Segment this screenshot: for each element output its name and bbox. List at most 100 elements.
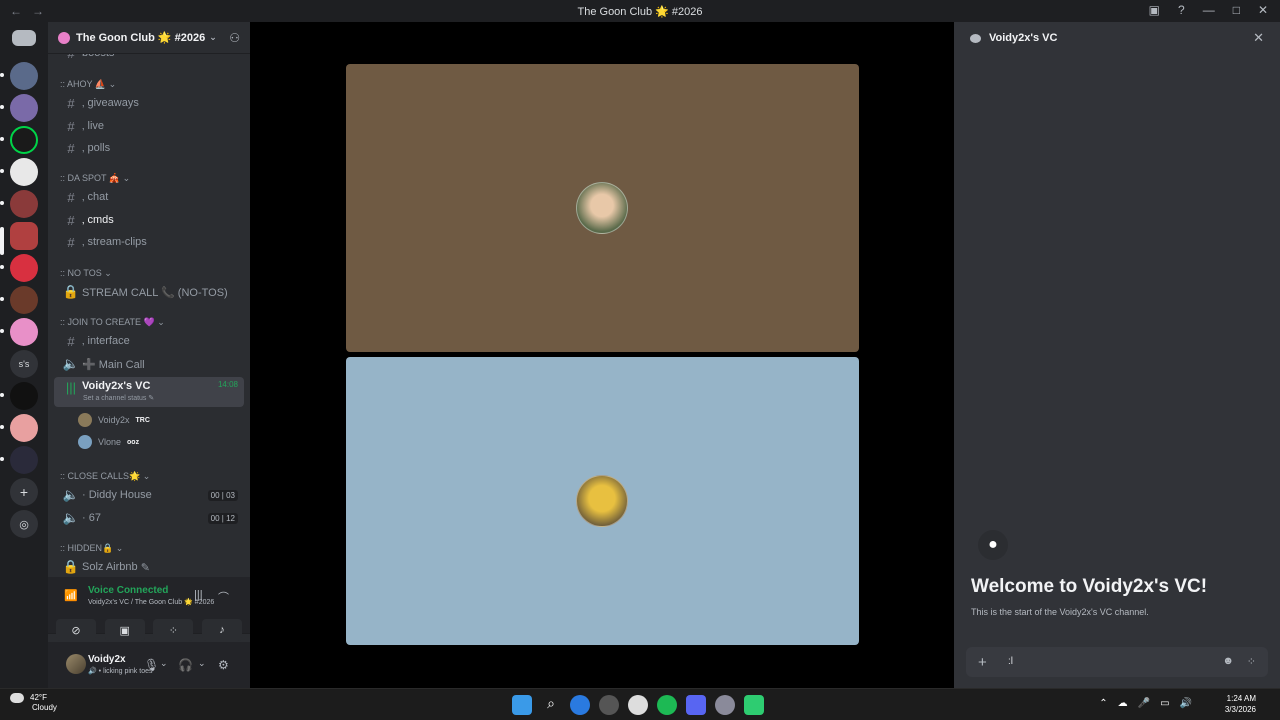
- volume-icon[interactable]: 🔊: [1180, 698, 1192, 709]
- close-button[interactable]: ✕: [1258, 3, 1268, 17]
- category-ahoy[interactable]: :: AHOY ⛵ ⌄: [60, 79, 116, 90]
- channel-label: interface: [87, 335, 130, 347]
- server-icon[interactable]: [10, 318, 38, 346]
- channel-status-label: Set a channel status: [83, 395, 147, 402]
- settings-icon[interactable]: [715, 695, 735, 715]
- discord-icon[interactable]: [686, 695, 706, 715]
- minimize-button[interactable]: —: [1203, 3, 1215, 17]
- channel-live[interactable]: # ‚ live: [54, 116, 244, 136]
- unread-pip: [0, 297, 4, 301]
- channel-main-call[interactable]: 🔈 ➕ Main Call: [54, 354, 244, 374]
- channel-stream-call[interactable]: 🔒 STREAM CALL 📞 (NO-TOS): [54, 282, 244, 302]
- obs-icon[interactable]: [628, 695, 648, 715]
- attach-plus-icon[interactable]: +: [978, 654, 987, 671]
- server-icon[interactable]: [10, 190, 38, 218]
- close-icon[interactable]: ✕: [1253, 30, 1264, 46]
- server-icon[interactable]: [10, 62, 38, 90]
- weather-widget[interactable]: 42°F Cloudy: [10, 693, 57, 712]
- server-icon[interactable]: [10, 126, 38, 154]
- maximize-button[interactable]: □: [1233, 3, 1240, 17]
- server-icon[interactable]: [10, 382, 38, 410]
- guild-icon: [58, 31, 70, 44]
- add-server-icon[interactable]: +: [10, 478, 38, 506]
- guild-header[interactable]: The Goon Club 🌟 #2026 ⌄ ⚇: [48, 22, 250, 54]
- channel-label: boosts: [82, 54, 114, 59]
- clock[interactable]: 1:24 AM 3/3/2026: [1225, 693, 1256, 715]
- signal-icon[interactable]: 📶: [64, 589, 78, 602]
- category-da-spot[interactable]: :: DA SPOT 🎪 ⌄: [60, 173, 130, 184]
- unread-pip: [0, 265, 4, 269]
- user-tag: TRC: [135, 416, 150, 424]
- edge-icon[interactable]: [570, 695, 590, 715]
- server-icon[interactable]: [10, 254, 38, 282]
- invite-icon[interactable]: ⚇: [229, 31, 240, 45]
- chevron-down-icon[interactable]: ⌄: [198, 658, 206, 669]
- channel-solz-airbnb[interactable]: 🔒 Solz Airbnb ✎: [54, 557, 244, 577]
- chevron-down-icon: ⌄: [209, 32, 217, 42]
- server-icon[interactable]: [10, 158, 38, 186]
- avatar[interactable]: [66, 654, 86, 674]
- voice-chat-panel: Voidy2x's VC ✕ ● Welcome to Voidy2x's VC…: [954, 22, 1280, 688]
- server-icon[interactable]: [10, 94, 38, 122]
- emoji-icon[interactable]: ☻: [1222, 655, 1234, 667]
- voice-user[interactable]: Voidy2x TRC: [78, 411, 150, 429]
- participant-tile[interactable]: [346, 64, 859, 352]
- channel-chat[interactable]: # ‚ chat: [54, 187, 244, 207]
- microphone-icon[interactable]: 🎙: [144, 658, 159, 672]
- server-icon[interactable]: [10, 446, 38, 474]
- channel-voidy-vc[interactable]: ||| Voidy2x's VC 14:08 Set a channel sta…: [54, 377, 244, 407]
- network-icon[interactable]: ☁: [1118, 698, 1128, 709]
- app-icon[interactable]: [599, 695, 619, 715]
- taskbar-apps: ⌕: [512, 695, 764, 715]
- help-icon[interactable]: ?: [1178, 3, 1185, 17]
- channel-giveaways[interactable]: # ‚ giveaways: [54, 93, 244, 113]
- channel-label: cmds: [87, 214, 114, 226]
- display-icon[interactable]: ▭: [1160, 698, 1169, 709]
- spotify-icon[interactable]: [657, 695, 677, 715]
- channel-stream-clips[interactable]: # ‚ stream-clips: [54, 232, 244, 252]
- system-tray: ⌃ ☁ 🎤 ▭ 🔊: [1099, 698, 1192, 709]
- message-input[interactable]: :l: [1008, 656, 1013, 667]
- search-icon[interactable]: ⌕: [541, 695, 561, 715]
- app-icon[interactable]: [744, 695, 764, 715]
- activities-button[interactable]: ⁘: [153, 619, 194, 641]
- headphones-icon[interactable]: 🎧: [178, 658, 193, 672]
- category-close-calls[interactable]: :: CLOSE CALLS🌟 ⌄: [60, 471, 150, 482]
- channel-polls[interactable]: # ‚ polls: [54, 138, 244, 158]
- category-join-to-create[interactable]: :: JOIN TO CREATE 💜 ⌄: [60, 317, 165, 328]
- channel-label: Voidy2x's VC: [82, 380, 151, 392]
- channel-label: live: [87, 120, 105, 132]
- channel-diddy-house[interactable]: 🔈 · Diddy House 00 | 03: [54, 485, 244, 505]
- category-label: JOIN TO CREATE 💜: [67, 317, 155, 327]
- channel-interface[interactable]: # ‚ interface: [54, 331, 244, 351]
- channel-cmds[interactable]: # ‚ cmds: [54, 210, 244, 230]
- channel-status-link[interactable]: Set a channel status ✎: [83, 394, 154, 402]
- gear-icon[interactable]: ⚙: [218, 658, 229, 672]
- disconnect-icon[interactable]: ⌒: [218, 589, 229, 605]
- message-composer[interactable]: + :l ☻ ⁘: [966, 647, 1268, 677]
- screen-share-button[interactable]: ▣: [104, 619, 145, 641]
- channel-label: Diddy House: [88, 489, 152, 501]
- microphone-icon[interactable]: 🎤: [1138, 698, 1150, 709]
- category-no-tos[interactable]: :: NO TOS ⌄: [60, 268, 112, 279]
- noise-suppression-icon[interactable]: |||: [194, 589, 203, 601]
- server-icon-selected[interactable]: [10, 222, 38, 250]
- start-icon[interactable]: [512, 695, 532, 715]
- channel-boosts[interactable]: #boosts: [54, 54, 244, 63]
- inbox-icon[interactable]: ▣: [1149, 3, 1160, 17]
- camera-off-button[interactable]: ⊘: [56, 619, 96, 641]
- server-icon-text[interactable]: s's: [10, 350, 38, 378]
- voice-user[interactable]: Vlone ooz: [78, 433, 139, 451]
- explore-icon[interactable]: ◎: [10, 510, 38, 538]
- discord-home-icon[interactable]: [12, 30, 36, 46]
- category-hidden[interactable]: :: HIDDEN🔒 ⌄: [60, 543, 123, 554]
- server-icon[interactable]: [10, 286, 38, 314]
- server-icon[interactable]: [10, 414, 38, 442]
- apps-icon[interactable]: ⁘: [1247, 655, 1256, 668]
- chevron-down-icon[interactable]: ⌄: [160, 658, 168, 669]
- soundboard-button[interactable]: ♪: [201, 619, 242, 641]
- chevron-up-icon[interactable]: ⌃: [1099, 698, 1107, 709]
- hash-icon: #: [67, 333, 75, 349]
- participant-tile[interactable]: [346, 357, 859, 645]
- channel-67[interactable]: 🔈 · 67 00 | 12: [54, 508, 244, 528]
